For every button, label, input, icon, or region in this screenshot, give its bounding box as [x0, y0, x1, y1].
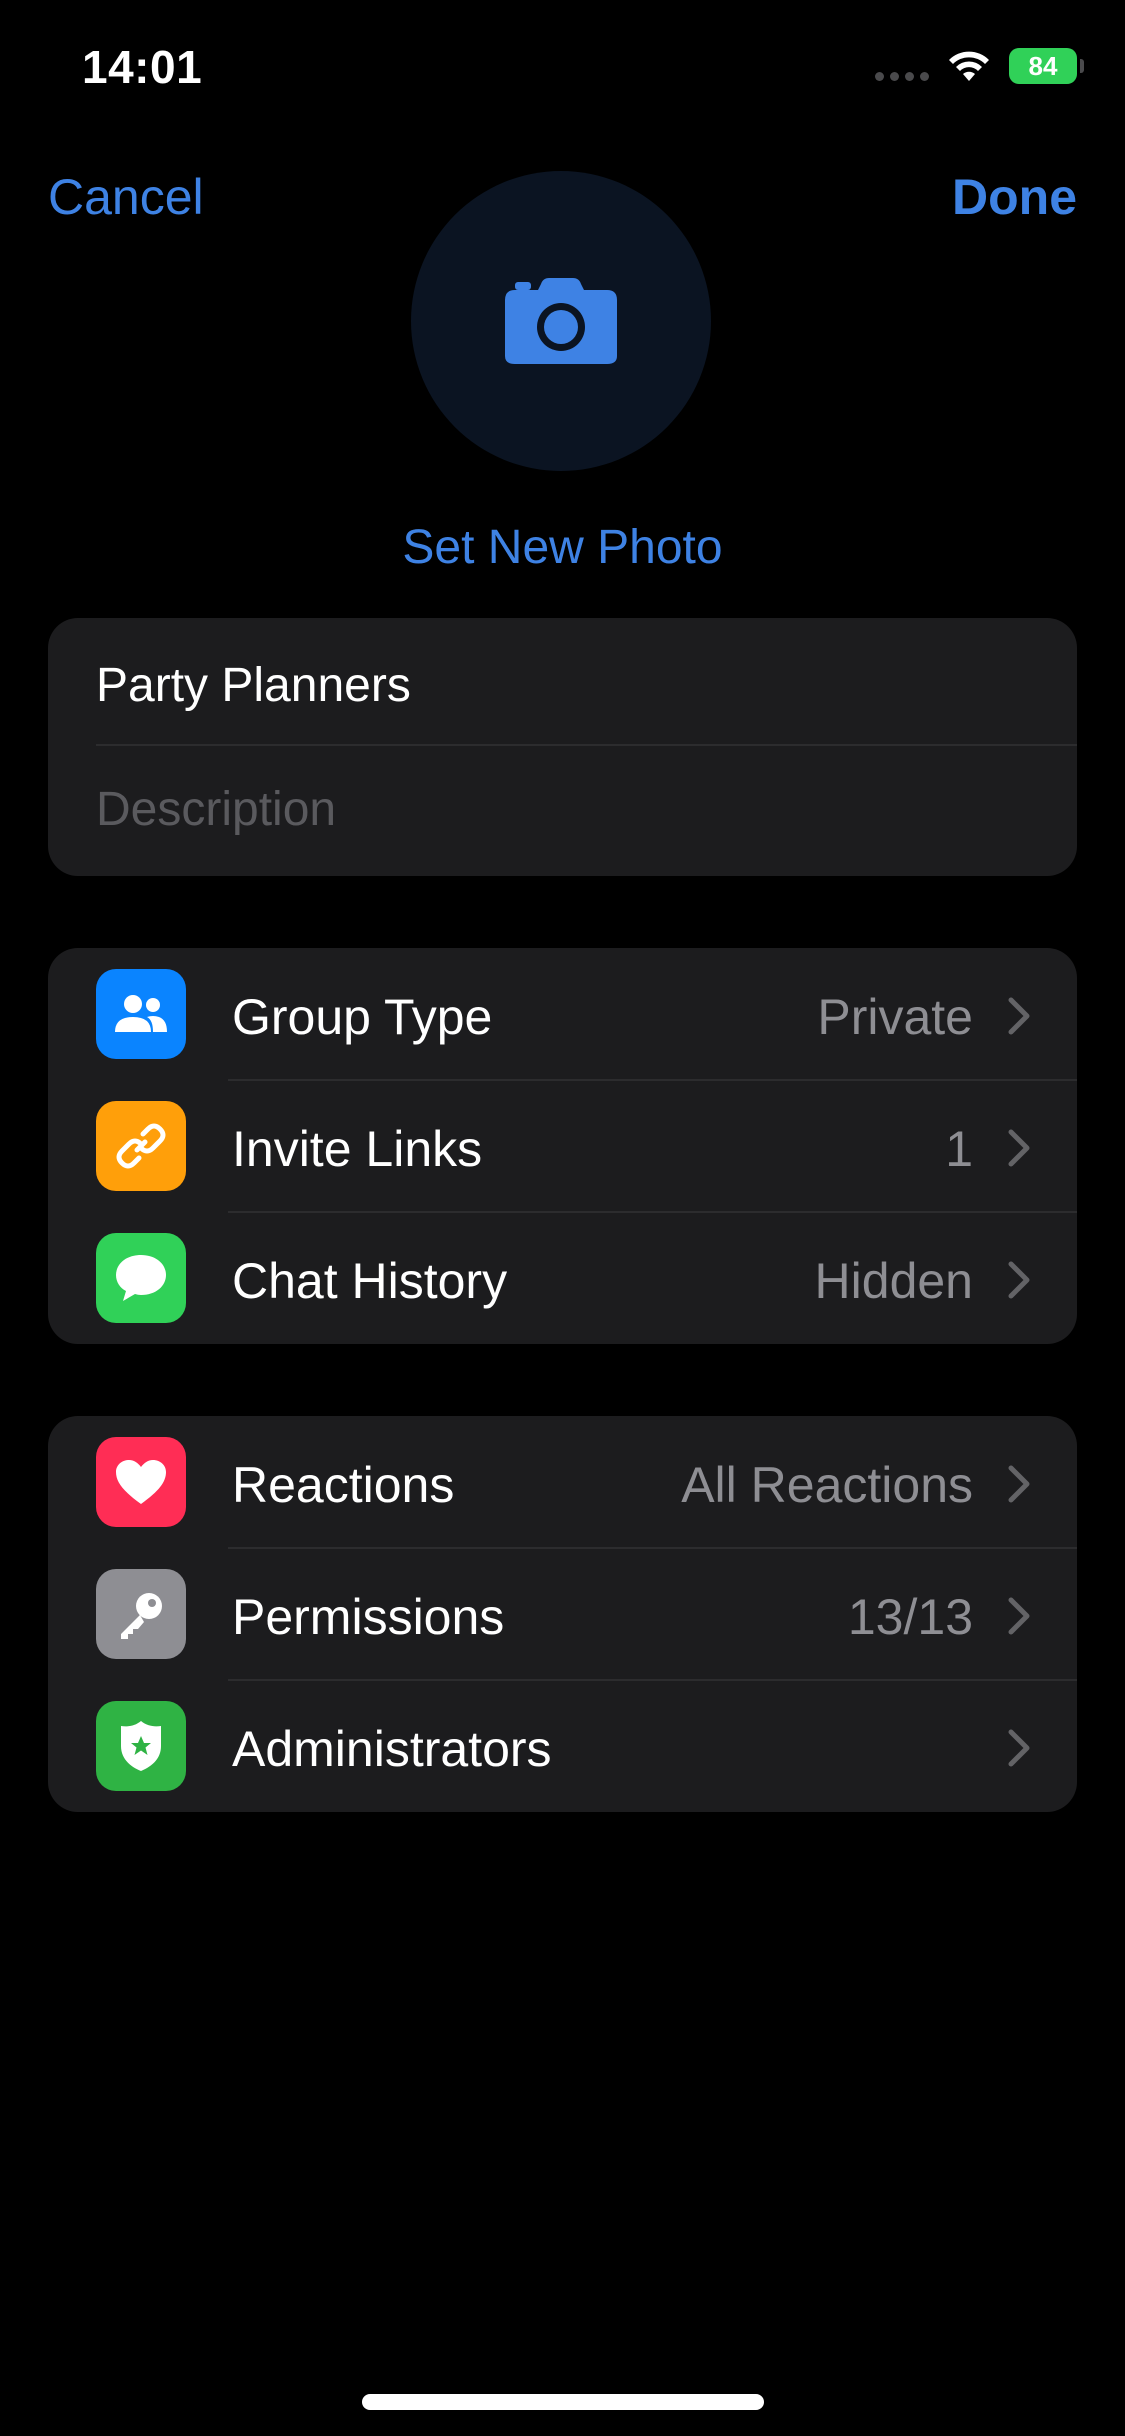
group-photo-button[interactable]	[411, 171, 711, 471]
permissions-value: 13/13	[847, 1589, 973, 1645]
settings-section-1: Group Type Private Invite Links 1 Chat H…	[48, 948, 1077, 1344]
heart-icon	[96, 1437, 186, 1527]
wifi-icon	[949, 51, 989, 81]
key-icon	[96, 1569, 186, 1659]
chat-history-row[interactable]: Chat History Hidden	[48, 1212, 1077, 1344]
chevron-right-icon	[1008, 1729, 1030, 1767]
reactions-label: Reactions	[232, 1457, 455, 1513]
administrators-row[interactable]: Administrators	[48, 1680, 1077, 1812]
home-indicator[interactable]	[362, 2394, 764, 2410]
battery-icon: 84	[1009, 48, 1084, 84]
description-field[interactable]: Description	[96, 782, 336, 837]
link-icon	[96, 1101, 186, 1191]
group-info-section: Party Planners Description	[48, 618, 1077, 876]
invite-links-value: 1	[945, 1121, 973, 1177]
camera-icon	[505, 278, 617, 364]
chevron-right-icon	[1008, 1597, 1030, 1635]
admin-badge-icon	[96, 1701, 186, 1791]
reactions-value: All Reactions	[681, 1457, 973, 1513]
group-type-label: Group Type	[232, 989, 493, 1045]
invite-links-label: Invite Links	[232, 1121, 483, 1177]
divider	[96, 744, 1077, 746]
group-people-icon	[96, 969, 186, 1059]
set-new-photo-button[interactable]: Set New Photo	[0, 520, 1125, 575]
administrators-label: Administrators	[232, 1721, 552, 1777]
group-type-value: Private	[817, 989, 973, 1045]
done-button[interactable]: Done	[952, 168, 1077, 226]
group-type-row[interactable]: Group Type Private	[48, 948, 1077, 1080]
chevron-right-icon	[1008, 1465, 1030, 1503]
chat-bubble-icon	[96, 1233, 186, 1323]
chat-history-label: Chat History	[232, 1253, 508, 1309]
chevron-right-icon	[1008, 997, 1030, 1035]
settings-section-2: Reactions All Reactions Permissions 13/1…	[48, 1416, 1077, 1812]
status-time: 14:01	[82, 41, 203, 93]
chat-history-value: Hidden	[814, 1253, 973, 1309]
permissions-label: Permissions	[232, 1589, 505, 1645]
cancel-button[interactable]: Cancel	[48, 168, 204, 226]
edit-group-screen: 14:01 84 Cancel Done Set New Photo Party…	[0, 0, 1125, 2436]
group-name-field[interactable]: Party Planners	[96, 658, 411, 713]
battery-level: 84	[1028, 50, 1058, 81]
permissions-row[interactable]: Permissions 13/13	[48, 1548, 1077, 1680]
invite-links-row[interactable]: Invite Links 1	[48, 1080, 1077, 1212]
cellular-signal-icon	[875, 51, 929, 81]
chevron-right-icon	[1008, 1261, 1030, 1299]
reactions-row[interactable]: Reactions All Reactions	[48, 1416, 1077, 1548]
chevron-right-icon	[1008, 1129, 1030, 1167]
status-indicators: 84	[875, 48, 1084, 84]
